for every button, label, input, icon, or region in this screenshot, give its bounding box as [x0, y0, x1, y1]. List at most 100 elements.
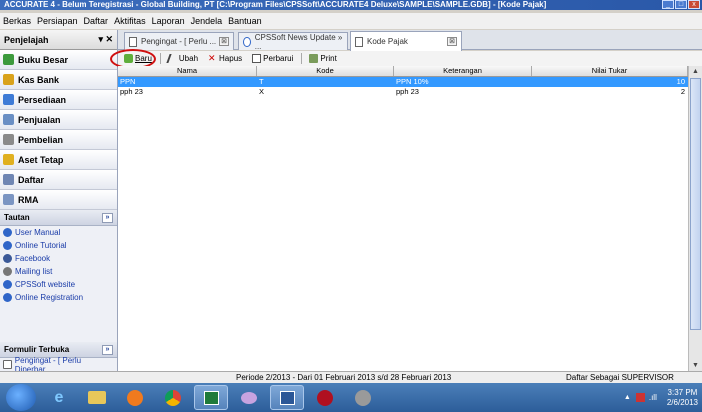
scroll-up-icon[interactable]: ▲ [689, 66, 702, 77]
cell-keterangan: pph 23 [396, 87, 419, 96]
tab-kode-pajak[interactable]: Kode Pajak ⊠ [350, 31, 462, 51]
tautan-link-user-manual[interactable]: User Manual [0, 226, 117, 239]
cell-nilai: 10 [676, 77, 685, 86]
table-row[interactable]: PPN T PPN 10% 10 [118, 77, 688, 87]
link-icon [3, 293, 12, 302]
maximize-button[interactable]: □ [675, 0, 687, 9]
minimize-button[interactable]: _ [662, 0, 674, 9]
media-player-taskbar-icon[interactable] [118, 385, 152, 410]
sidebar-item-label: Kas Bank [18, 74, 60, 85]
cell-nama: pph 23 [120, 87, 143, 96]
rma-icon [3, 194, 14, 205]
baru-button[interactable]: Baru [122, 52, 154, 65]
toolbar-divider [159, 53, 161, 64]
clock[interactable]: 3:37 PM 2/6/2013 [667, 388, 698, 408]
table-row[interactable]: pph 23 Xpph 23 2 [118, 87, 688, 97]
menu-laporan[interactable]: Laporan [152, 16, 185, 26]
cell-nilai: 2 [680, 87, 685, 96]
col-header-nama[interactable]: Nama [118, 66, 257, 76]
excel-taskbar-icon[interactable] [194, 385, 228, 410]
accurate-taskbar-icon[interactable] [308, 385, 342, 410]
chrome-taskbar-icon[interactable] [156, 385, 190, 410]
tautan-link-cpssoft-website[interactable]: CPSSoft website [0, 278, 117, 291]
user-status: Daftar Sebagai SUPERVISOR [566, 373, 674, 382]
sidebar-item-label: Daftar [18, 174, 45, 185]
col-header-keterangan[interactable]: Keterangan [394, 66, 532, 76]
folder-taskbar-icon[interactable] [80, 385, 114, 410]
sidebar-item-penjualan[interactable]: Penjualan [0, 110, 117, 130]
print-button[interactable]: Print [307, 52, 338, 65]
kas-bank-icon [3, 74, 14, 85]
document-icon [3, 360, 12, 369]
start-button[interactable] [6, 384, 36, 411]
print-label: Print [320, 54, 337, 63]
chevron-double-down-icon[interactable]: » [102, 212, 113, 223]
refresh-icon [252, 54, 262, 63]
tautan-link-online-registration[interactable]: Online Registration [0, 291, 117, 304]
ie-taskbar-icon[interactable]: e [42, 385, 76, 410]
tautan-link-online-tutorial[interactable]: Online Tutorial [0, 239, 117, 252]
sidebar-item-buku-besar[interactable]: Buku Besar [0, 50, 117, 70]
new-icon [124, 54, 133, 63]
aset-tetap-icon [3, 154, 14, 165]
hapus-button[interactable]: ✕ Hapus [206, 52, 244, 65]
signal-icon[interactable]: .ıll [649, 393, 657, 402]
system-tray: ▲ .ıll 3:37 PM 2/6/2013 [624, 385, 698, 410]
paint-taskbar-icon[interactable] [232, 385, 266, 410]
perbarui-button[interactable]: Perbarui [250, 52, 295, 65]
tautan-link-label: Mailing list [15, 267, 53, 276]
menu-aktifitas[interactable]: Aktifitas [114, 16, 146, 26]
tautan-link-label: User Manual [15, 228, 61, 237]
sidebar-item-daftar[interactable]: Daftar [0, 170, 117, 190]
close-button[interactable]: x [688, 0, 700, 9]
tautan-header[interactable]: Tautan » [0, 210, 117, 226]
globe-icon [243, 36, 251, 47]
kode-pajak-table: Nama Kode Keterangan Nilai Tukar PPN T PPN… [118, 66, 688, 371]
open-form-item[interactable]: Pengingat - [ Perlu Diperbar... [0, 356, 117, 374]
app-taskbar-icon[interactable] [346, 385, 380, 410]
table-body: PPN T PPN 10% 10 pph 23 Xpph 23 2 [118, 77, 688, 97]
clock-time: 3:37 PM [667, 387, 698, 397]
menu-bantuan[interactable]: Bantuan [228, 16, 262, 26]
tab-cpssoft-news[interactable]: CPSSoft News Update » ... [238, 32, 348, 51]
tab-pengingat[interactable]: Pengingat - [ Perlu ... ⊠ [124, 32, 234, 50]
tautan-link-mailing-list[interactable]: Mailing list [0, 265, 117, 278]
sidebar-item-label: Pembelian [18, 134, 64, 145]
tautan-link-label: Online Tutorial [15, 241, 67, 250]
col-header-kode[interactable]: Kode [257, 66, 394, 76]
close-tab-icon[interactable]: ⊠ [219, 37, 229, 46]
show-hidden-icons-icon[interactable]: ▲ [624, 394, 631, 401]
toolbar: Baru Ubah ✕ Hapus Perbarui Print [118, 51, 702, 66]
tautan-link-facebook[interactable]: Facebook [0, 252, 117, 265]
sidebar-controls[interactable]: ▾ ✕ [98, 34, 113, 45]
menu-persiapan[interactable]: Persiapan [37, 16, 78, 26]
sidebar-title: Penjelajah [4, 34, 49, 45]
sidebar-item-pembelian[interactable]: Pembelian [0, 130, 117, 150]
menu-jendela[interactable]: Jendela [191, 16, 223, 26]
menu-daftar[interactable]: Daftar [84, 16, 109, 26]
link-icon [3, 254, 12, 263]
sidebar-item-rma[interactable]: RMA [0, 190, 117, 210]
vertical-scrollbar[interactable]: ▲ ▼ [688, 66, 702, 371]
scroll-down-icon[interactable]: ▼ [689, 360, 702, 371]
scroll-thumb[interactable] [690, 78, 701, 330]
tautan-link-label: Online Registration [15, 293, 84, 302]
close-tab-icon[interactable]: ⊠ [447, 37, 457, 46]
sidebar-item-kas-bank[interactable]: Kas Bank [0, 70, 117, 90]
sidebar-item-persediaan[interactable]: Persediaan [0, 90, 117, 110]
word-taskbar-icon[interactable] [270, 385, 304, 410]
ubah-button[interactable]: Ubah [166, 52, 200, 65]
sidebar-item-label: Buku Besar [18, 54, 69, 65]
chevron-double-down-icon[interactable]: » [102, 344, 113, 355]
document-icon [129, 36, 137, 47]
menu-berkas[interactable]: Berkas [3, 16, 31, 26]
sidebar-item-aset-tetap[interactable]: Aset Tetap [0, 150, 117, 170]
period-status: Periode 2/2013 - Dari 01 Februari 2013 s… [236, 373, 452, 382]
hapus-label: Hapus [219, 54, 243, 63]
link-icon [3, 280, 12, 289]
cell-nama: PPN [120, 77, 136, 86]
col-header-nilai-tukar[interactable]: Nilai Tukar [532, 66, 688, 76]
status-bar: Periode 2/2013 - Dari 01 Februari 2013 s… [0, 371, 702, 383]
table-header: Nama Kode Keterangan Nilai Tukar [118, 66, 688, 77]
flag-icon[interactable] [635, 393, 645, 402]
